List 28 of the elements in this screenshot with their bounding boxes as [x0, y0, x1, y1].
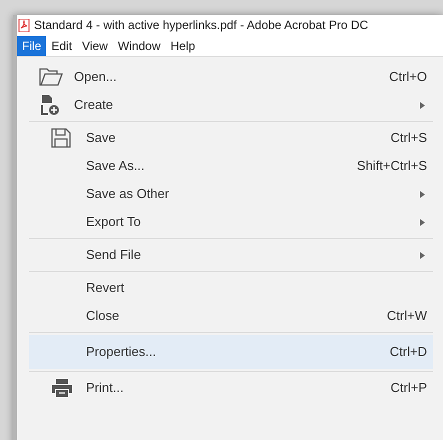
menu-item[interactable]: Properties... Ctrl+D: [29, 335, 433, 369]
shortcut-label: Ctrl+S: [390, 129, 427, 148]
menu-item[interactable]: Save Ctrl+S: [29, 124, 433, 152]
menu-item[interactable]: Create: [17, 91, 433, 119]
menu-bar-item[interactable]: View: [77, 36, 113, 56]
printer-icon: [51, 378, 73, 398]
shortcut-label: Ctrl+W: [386, 307, 427, 326]
shortcut-label: Ctrl+O: [389, 68, 427, 86]
menu-item[interactable]: Open... Ctrl+O: [17, 63, 433, 91]
pdf-icon: [18, 18, 30, 32]
menu-bar-item[interactable]: File: [17, 36, 46, 56]
folder-icon: [39, 67, 63, 87]
save-icon: [51, 128, 71, 148]
create-icon: [39, 94, 61, 116]
window-title: Standard 4 - with active hyperlinks.pdf - Adobe Acrobat Pro DC: [34, 17, 368, 34]
shortcut-label: Shift+Ctrl+S: [356, 157, 427, 176]
menu-bar-item[interactable]: Help: [166, 36, 200, 56]
menu-bar-item[interactable]: Window: [112, 36, 166, 56]
menu-item[interactable]: Export To: [29, 208, 433, 236]
menu-item[interactable]: Close Ctrl+W: [29, 302, 433, 330]
menu-item[interactable]: Save as Other: [29, 180, 433, 208]
shortcut-label: Ctrl+P: [390, 379, 427, 398]
menu-item[interactable]: Send File: [29, 241, 433, 269]
menu-item[interactable]: Print... Ctrl+P: [29, 374, 433, 402]
shortcut-label: Ctrl+D: [390, 343, 427, 362]
menu-item[interactable]: Save As... Shift+Ctrl+S: [29, 152, 433, 180]
menu-item[interactable]: Revert: [29, 274, 433, 302]
menu-bar-item[interactable]: Edit: [46, 36, 78, 56]
